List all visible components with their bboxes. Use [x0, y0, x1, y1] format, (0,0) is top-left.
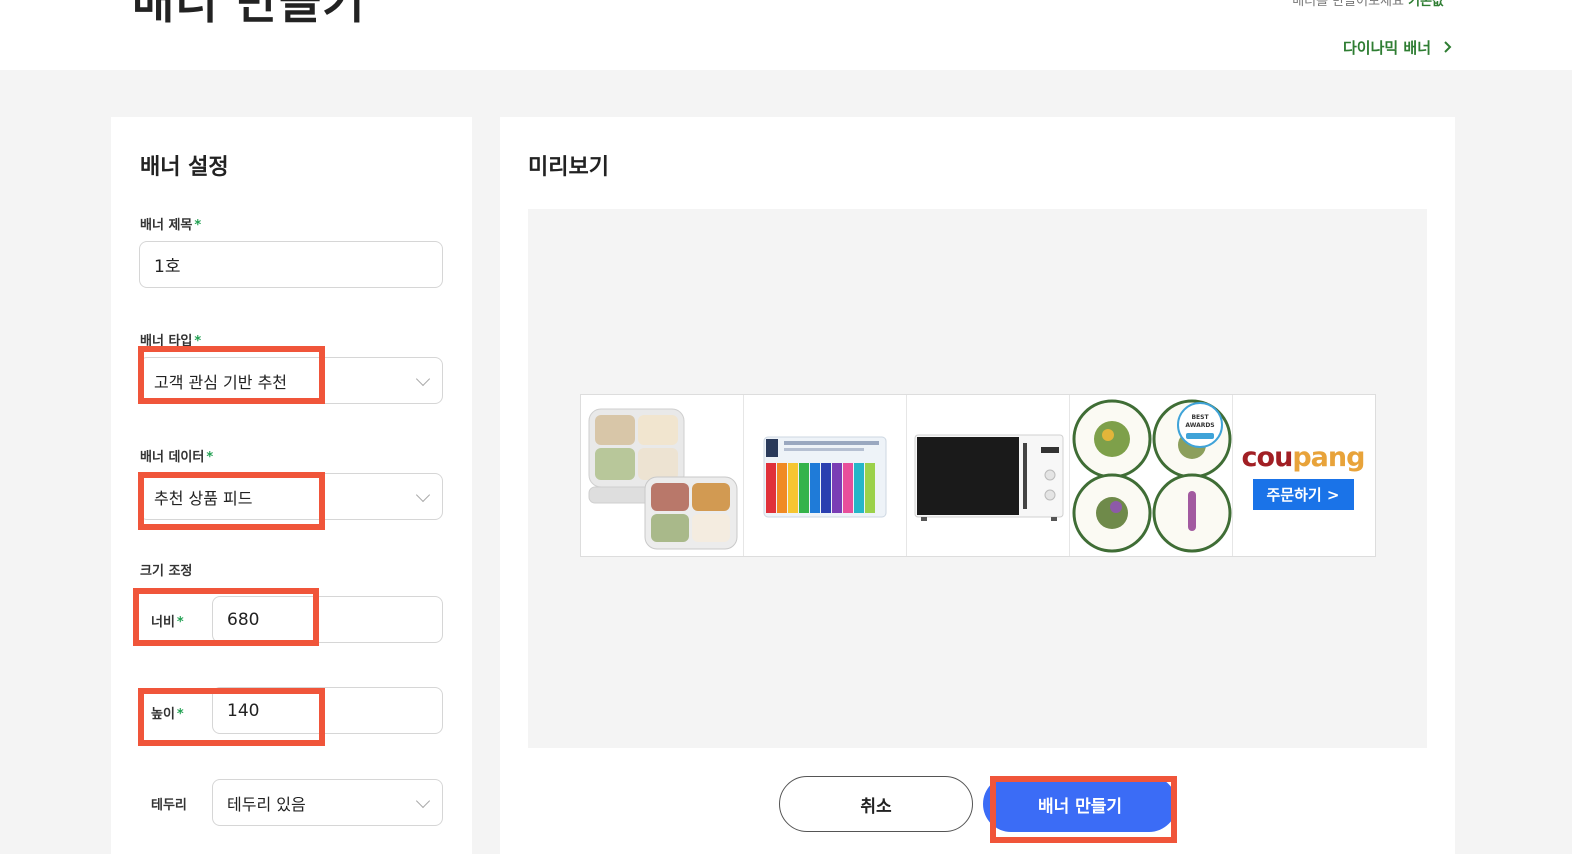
required-mark: * — [194, 334, 202, 349]
food-container-product[interactable] — [581, 395, 744, 556]
award-badge-main: AWARDS — [1185, 422, 1214, 429]
banner-title-input[interactable]: 1호 — [139, 241, 443, 288]
toothbrush-pack-image — [763, 436, 887, 518]
chevron-right-icon — [1443, 39, 1452, 57]
height-value: 140 — [227, 700, 260, 721]
chevron-down-icon — [415, 487, 431, 502]
order-button[interactable]: 주문하기 > — [1252, 478, 1354, 510]
decorative-plates-image: BEST AWARDS — [1072, 399, 1232, 553]
banner-title-label-text: 배너 제목 — [140, 218, 193, 233]
coupang-logo-cou: cou — [1241, 441, 1294, 473]
dynamic-banner-label: 다이나믹 배너 — [1342, 39, 1431, 57]
top-right-hint-text: 배너를 만들어보세요 — [1292, 0, 1404, 9]
banner-data-label-text: 배너 데이터 — [140, 450, 205, 465]
page-title: 배너 만들기 — [132, 0, 366, 29]
microwave-product[interactable] — [907, 395, 1070, 556]
width-input[interactable]: 680 — [212, 596, 443, 643]
banner-type-select[interactable]: 고객 관심 기반 추천 — [139, 357, 443, 404]
top-right-hint: 배너를 만들어보세요 기본값 — [1292, 0, 1444, 9]
border-value: 테두리 있음 — [227, 794, 306, 814]
required-mark: * — [194, 218, 202, 233]
banner-data-select[interactable]: 추천 상품 피드 — [139, 473, 443, 520]
settings-title: 배너 설정 — [140, 155, 229, 180]
height-label: 높이 * — [151, 703, 184, 722]
microwave-image — [914, 434, 1064, 521]
height-input[interactable]: 140 — [212, 687, 443, 734]
banner-type-label: 배너 타입 * — [140, 330, 201, 349]
chevron-down-icon — [415, 793, 431, 808]
banner-type-value: 고객 관심 기반 추천 — [154, 372, 288, 392]
cancel-button[interactable]: 취소 — [779, 776, 973, 832]
chevron-down-icon — [415, 371, 431, 386]
width-label: 너비 * — [151, 611, 184, 630]
width-label-text: 너비 — [151, 615, 175, 630]
toothbrush-product[interactable] — [744, 395, 907, 556]
coupang-logo-pang: pang — [1292, 441, 1365, 473]
plates-product[interactable]: BEST AWARDS — [1070, 395, 1233, 556]
top-right-hint-bold: 기본값 — [1408, 0, 1444, 9]
banner-type-label-text: 배너 타입 — [140, 334, 193, 349]
required-mark: * — [206, 450, 214, 465]
dynamic-banner-link[interactable]: 다이나믹 배너 — [1343, 37, 1452, 58]
award-badge-top: BEST — [1191, 414, 1209, 421]
required-mark: * — [176, 615, 184, 630]
banner-data-label: 배너 데이터 * — [140, 446, 213, 465]
banner-title-value: 1호 — [154, 257, 181, 277]
coupang-logo-cell[interactable]: coupang 주문하기 > — [1233, 395, 1373, 556]
banner-title-label: 배너 제목 * — [140, 214, 201, 233]
food-container-image — [588, 408, 738, 550]
banner-data-value: 추천 상품 피드 — [154, 488, 253, 508]
height-label-text: 높이 — [151, 707, 175, 722]
size-adjust-label: 크기 조정 — [140, 564, 193, 579]
border-label: 테두리 — [151, 798, 187, 813]
preview-title: 미리보기 — [528, 155, 609, 180]
width-value: 680 — [227, 609, 260, 630]
coupang-logo: coupang — [1241, 441, 1366, 473]
border-select[interactable]: 테두리 있음 — [212, 779, 443, 826]
required-mark: * — [176, 707, 184, 722]
create-banner-button[interactable]: 배너 만들기 — [983, 776, 1177, 832]
top-bar: 배너 만들기 배너를 만들어보세요 기본값 다이나믹 배너 — [0, 0, 1572, 70]
banner-preview: BEST AWARDS coupang 주문하기 > — [580, 394, 1376, 557]
